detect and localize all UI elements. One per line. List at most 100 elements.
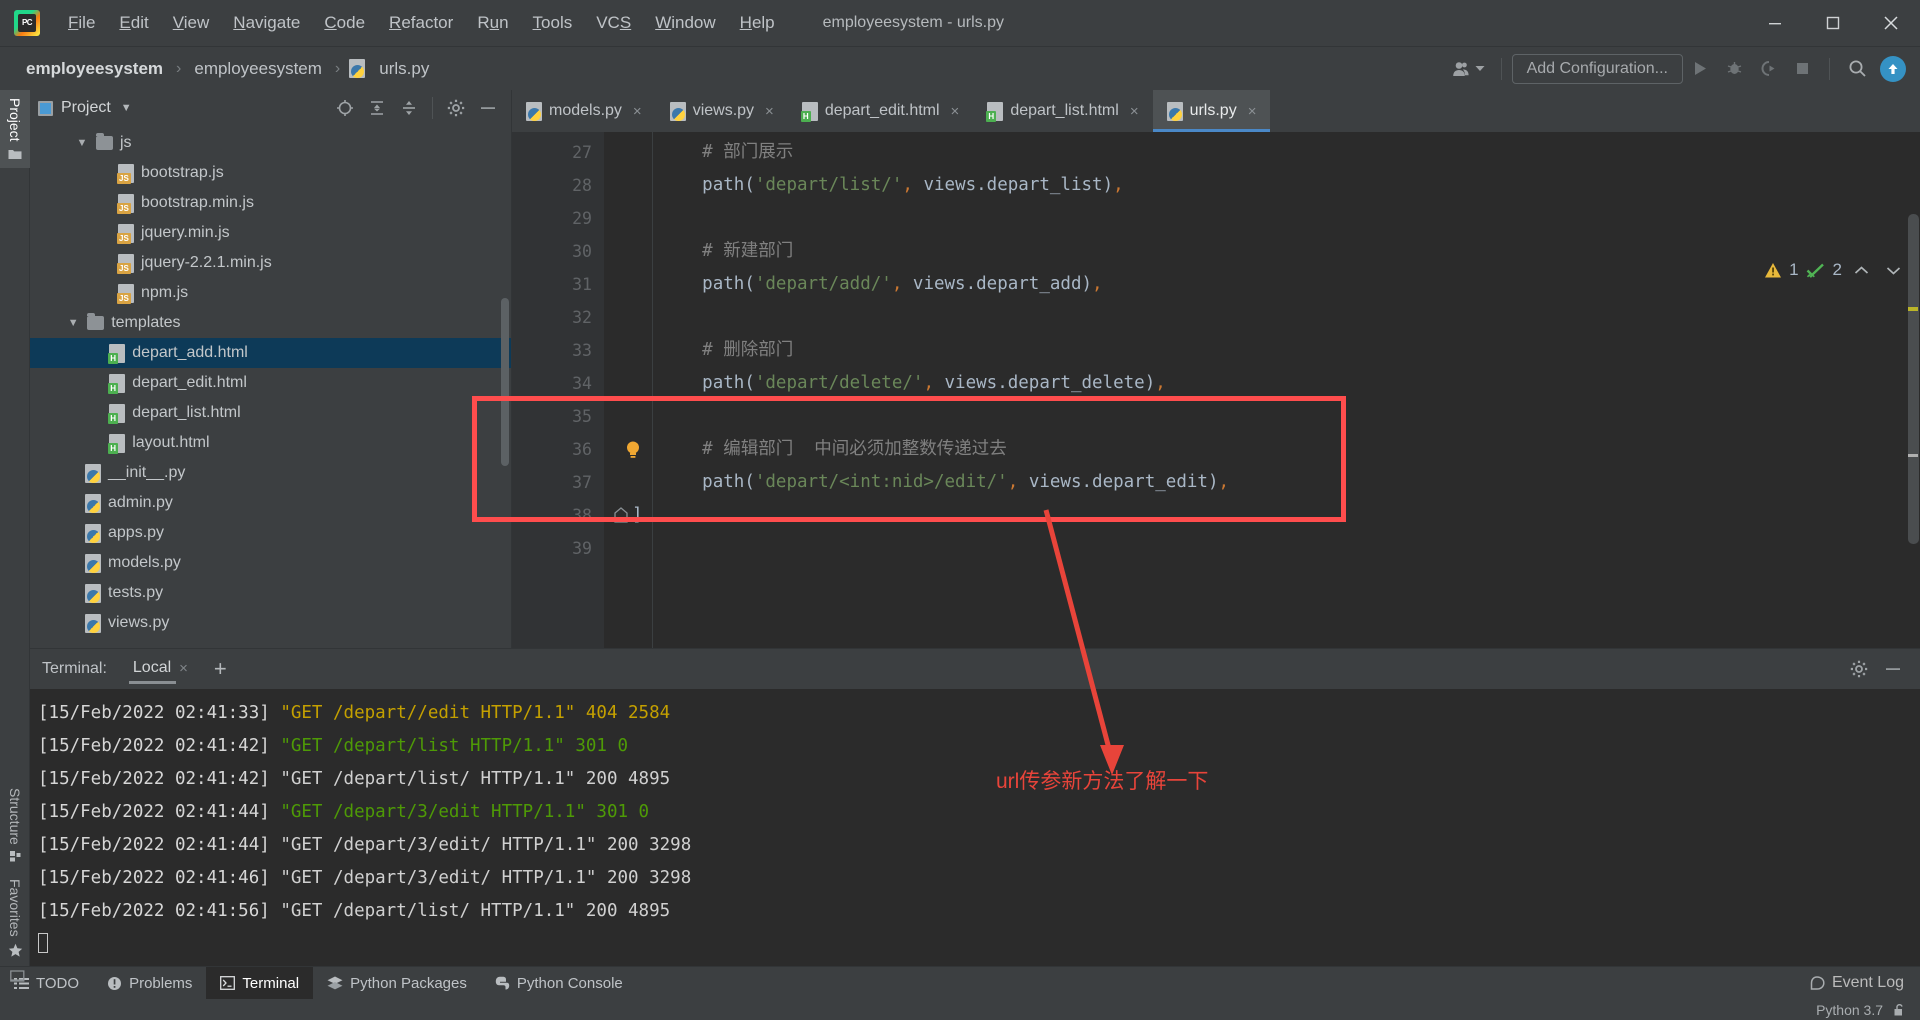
run-icon[interactable] [1683,54,1717,84]
event-log-button[interactable]: Event Log [1809,974,1920,992]
tree-node-npm-js[interactable]: npm.js [30,278,511,308]
menu-item-refactor[interactable]: Refactor [377,8,465,38]
close-icon[interactable]: × [1130,103,1139,120]
tree-node---init---py[interactable]: __init__.py [30,458,511,488]
menu-item-tools[interactable]: Tools [521,8,585,38]
warning-stripe-mark[interactable] [1908,307,1918,311]
sidebar-item-structure[interactable]: Structure [0,780,30,872]
search-everywhere-icon[interactable] [1840,54,1874,84]
gear-icon[interactable] [441,94,471,122]
chevron-down-icon[interactable]: ▼ [121,102,132,114]
error-stripe[interactable] [1906,174,1920,690]
line-number-39[interactable]: 39 [512,532,604,565]
tree-node-models-py[interactable]: models.py [30,548,511,578]
code-editor[interactable]: 27 28 29 30 31 32 33 34 35 36 37 38 39 # 部门展示 path('… [472,132,1920,690]
tree-node-views-py[interactable]: views.py [30,608,511,638]
code-line-35[interactable] [604,400,1920,433]
code-line-30[interactable]: # 新建部门 [604,235,1920,268]
menu-item-window[interactable]: Window [643,8,727,38]
line-number-36[interactable]: 36 [512,433,639,466]
maximize-icon[interactable] [1804,0,1862,46]
line-number-37[interactable]: 37 [512,466,604,499]
terminal-tab-local[interactable]: Local × [128,654,192,684]
tool-window-button-terminal[interactable]: Terminal [206,966,314,1000]
line-number-28[interactable]: 28 [512,169,604,202]
tree-node-bootstrap-js[interactable]: bootstrap.js [30,158,511,188]
run-with-coverage-icon[interactable] [1751,54,1785,84]
tree-node-apps-py[interactable]: apps.py [30,518,511,548]
menu-item-help[interactable]: Help [728,8,787,38]
add-configuration-button[interactable]: Add Configuration... [1511,53,1683,84]
line-number-27[interactable]: 27 [512,136,604,169]
close-icon[interactable]: × [179,660,188,677]
editor-tab-depart-list-html[interactable]: depart_list.html × [973,90,1152,132]
select-opened-file-icon[interactable] [330,94,360,122]
chevron-down-icon[interactable]: ▼ [65,317,81,329]
menu-item-view[interactable]: View [161,8,222,38]
close-icon[interactable] [1862,0,1920,46]
line-number-33[interactable]: 33 [512,334,604,367]
tree-node-jquery-2-2-1-min-js[interactable]: jquery-2.2.1.min.js [30,248,511,278]
line-number-29[interactable]: 29 [512,202,604,235]
menu-item-code[interactable]: Code [312,8,377,38]
code-line-37[interactable]: path('depart/<int:nid>/edit/', views.dep… [604,466,1920,499]
tree-node-bootstrap-min-js[interactable]: bootstrap.min.js [30,188,511,218]
gear-icon[interactable] [1844,655,1874,683]
close-icon[interactable]: × [765,103,774,120]
debug-icon[interactable] [1717,54,1751,84]
expand-all-icon[interactable] [362,94,392,122]
sidebar-item-project[interactable]: Project [0,90,30,168]
menu-item-navigate[interactable]: Navigate [221,8,312,38]
code-line-36[interactable]: # 编辑部门 中间必须加整数传递过去 [604,433,1920,466]
line-number-35[interactable]: 35 [512,400,604,433]
code-line-31[interactable]: path('depart/add/', views.depart_add), [604,268,1920,301]
sidebar-item-favorites[interactable]: Favorites [0,871,30,966]
code-line-27[interactable]: # 部门展示 [604,136,1920,169]
tool-window-button-problems[interactable]: Problems [93,967,206,1000]
breadcrumb-item-1[interactable]: employeesystem [190,57,326,81]
project-tree-scrollbar[interactable] [501,298,509,466]
tree-node-templates[interactable]: ▼ templates [30,308,511,338]
code-line-34[interactable]: path('depart/delete/', views.depart_dele… [604,367,1920,400]
tool-window-button-python-packages[interactable]: Python Packages [313,967,481,1000]
menu-item-run[interactable]: Run [465,8,520,38]
code-line-38[interactable]: ] [604,499,1920,532]
minimize-icon[interactable] [1746,0,1804,46]
editor-scrollbar[interactable] [1908,214,1919,544]
code-line-39[interactable] [604,532,1920,565]
line-number-32[interactable]: 32 [512,301,604,334]
code-line-32[interactable] [604,301,1920,334]
chevron-up-icon[interactable] [1849,265,1874,276]
interpreter-label[interactable]: Python 3.7 [1816,1002,1883,1018]
tree-node-js[interactable]: ▼ js [30,128,511,158]
tree-node-admin-py[interactable]: admin.py [30,488,511,518]
tool-window-button-python-console[interactable]: Python Console [481,967,637,1000]
tree-node-depart-add-html[interactable]: depart_add.html [30,338,511,368]
close-icon[interactable]: × [951,103,960,120]
tree-node-tests-py[interactable]: tests.py [30,578,511,608]
editor-tab-depart-edit-html[interactable]: depart_edit.html × [788,90,974,132]
line-number-31[interactable]: 31 [512,268,604,301]
chevron-down-icon[interactable] [1881,265,1906,276]
code-line-33[interactable]: # 删除部门 [604,334,1920,367]
stop-icon[interactable] [1785,54,1819,84]
breadcrumb-item-0[interactable]: employeesystem [22,57,167,81]
menu-item-file[interactable]: File [56,8,107,38]
new-terminal-button[interactable]: + [214,656,227,682]
menu-item-vcs[interactable]: VCS [584,8,643,38]
close-icon[interactable]: × [633,103,642,120]
inspection-widget[interactable]: 1 2 [1764,260,1906,280]
breadcrumb-item-2[interactable]: urls.py [375,57,433,81]
chevron-down-icon[interactable]: ▼ [74,137,90,149]
editor-tab-models-py[interactable]: models.py × [512,90,656,132]
collapse-all-icon[interactable] [394,94,424,122]
editor-tab-views-py[interactable]: views.py × [656,90,788,132]
editor-tab-urls-py[interactable]: urls.py × [1152,90,1271,132]
tree-node-depart-edit-html[interactable]: depart_edit.html [30,368,511,398]
user-accounts-icon[interactable] [1446,56,1491,82]
terminal-output[interactable]: [15/Feb/2022 02:41:33] "GET /depart//edi… [30,689,1920,967]
menu-item-edit[interactable]: Edit [107,8,160,38]
hide-icon[interactable] [473,94,503,122]
hide-icon[interactable] [1878,655,1908,683]
code-line-28[interactable]: path('depart/list/', views.depart_list), [604,169,1920,202]
